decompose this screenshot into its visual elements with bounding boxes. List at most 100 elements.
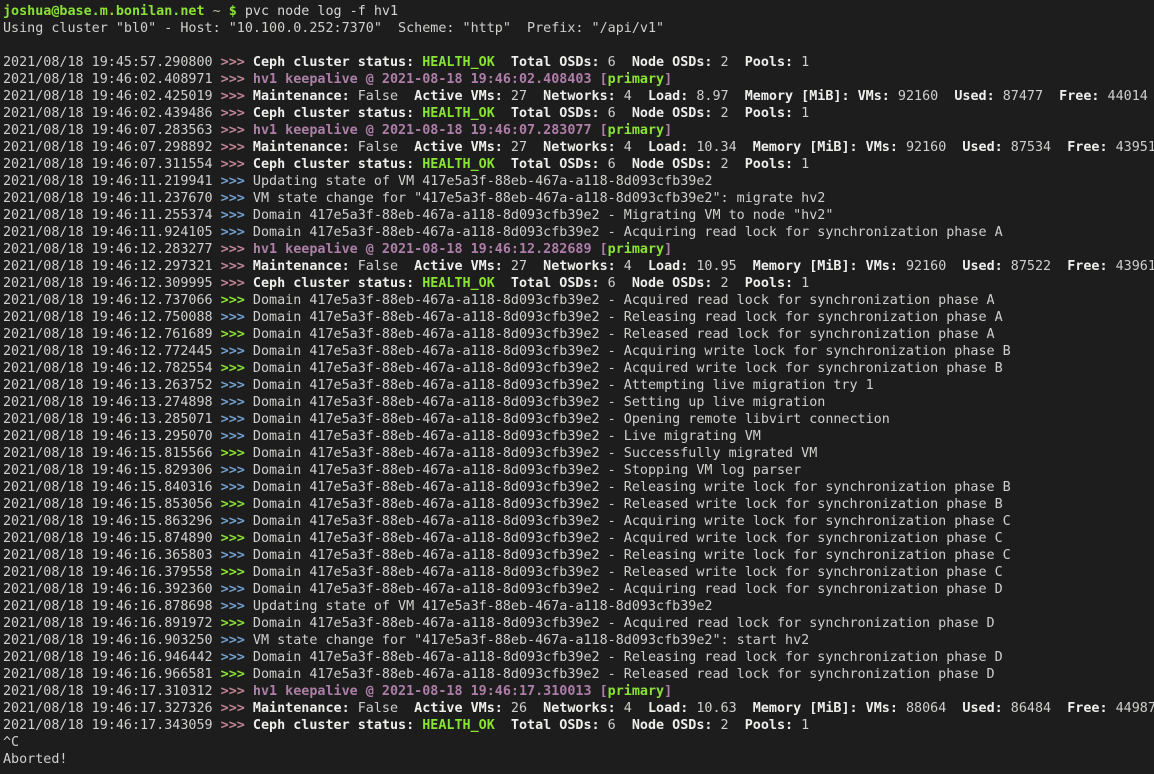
interrupt-line: ^C [3,734,1154,751]
log-line: 2021/08/18 19:46:15.874890 >>> Domain 41… [3,530,1154,547]
log-segment: Ceph cluster status: [253,718,422,733]
log-timestamp: 2021/08/18 19:46:12.782554 [3,361,221,376]
log-level-marker: >>> [221,310,253,325]
log-segment: Maintenance: [253,701,358,716]
log-level-marker: >>> [221,225,253,240]
log-timestamp: 2021/08/18 19:46:15.853056 [3,497,221,512]
log-line: 2021/08/18 19:46:17.310312 >>> hv1 keepa… [3,683,1154,700]
log-segment: 2 [721,276,729,291]
log-segment: Networks: [527,140,624,155]
log-line: 2021/08/18 19:45:57.290800 >>> Ceph clus… [3,54,1154,71]
log-segment: 27 [511,89,527,104]
log-segment: VMs: [858,89,898,104]
log-segment: Node OSDs: [616,55,721,70]
cluster-info-line: Using cluster "bl0" - Host: "10.100.0.25… [3,20,1154,37]
log-line: 2021/08/18 19:46:07.298892 >>> Maintenan… [3,139,1154,156]
log-segment: Total OSDs: [495,718,608,733]
log-line: 2021/08/18 19:46:16.966581 >>> Domain 41… [3,666,1154,683]
log-segment: Maintenance: [253,259,358,274]
log-lines: 2021/08/18 19:45:57.290800 >>> Ceph clus… [3,54,1154,734]
log-segment: 4 [624,89,632,104]
log-segment: Networks: [527,701,624,716]
log-segment: Total OSDs: [495,55,608,70]
log-line: 2021/08/18 19:46:12.782554 >>> Domain 41… [3,360,1154,377]
log-segment: False [358,701,398,716]
log-line: 2021/08/18 19:46:15.863296 >>> Domain 41… [3,513,1154,530]
log-line: 2021/08/18 19:46:16.946442 >>> Domain 41… [3,649,1154,666]
log-segment: Active VMs: [398,89,511,104]
log-segment: Updating state of VM 417e5a3f-88eb-467a-… [253,599,713,614]
log-line: 2021/08/18 19:46:15.815566 >>> Domain 41… [3,445,1154,462]
prompt-symbol: $ [229,4,237,19]
log-level-marker: >>> [221,497,253,512]
log-segment: 10.95 [696,259,736,274]
log-line: 2021/08/18 19:46:11.255374 >>> Domain 41… [3,207,1154,224]
log-segment: 43951 [1116,140,1154,155]
log-segment: ] [664,123,672,138]
log-segment: Active VMs: [398,259,511,274]
log-segment: Pools: [729,718,802,733]
log-segment: 1 [801,106,809,121]
log-segment: primary [608,123,664,138]
log-level-marker: >>> [221,344,253,359]
log-line: 2021/08/18 19:46:13.263752 >>> Domain 41… [3,377,1154,394]
log-timestamp: 2021/08/18 19:46:11.219941 [3,174,221,189]
log-segment: Domain 417e5a3f-88eb-467a-a118-8d093cfb3… [253,616,995,631]
log-timestamp: 2021/08/18 19:46:16.878698 [3,599,221,614]
log-level-marker: >>> [221,514,253,529]
log-line: 2021/08/18 19:46:11.219941 >>> Updating … [3,173,1154,190]
log-timestamp: 2021/08/18 19:46:12.761689 [3,327,221,342]
log-timestamp: 2021/08/18 19:46:13.295070 [3,429,221,444]
log-segment: HEALTH_OK [422,106,495,121]
log-segment: Active VMs: [398,140,511,155]
log-line: 2021/08/18 19:46:12.309995 >>> Ceph clus… [3,275,1154,292]
log-segment: 27 [511,140,527,155]
log-segment: 1 [801,276,809,291]
log-level-marker: >>> [221,259,253,274]
log-timestamp: 2021/08/18 19:46:13.285071 [3,412,221,427]
log-level-marker: >>> [221,667,253,682]
log-segment: Networks: [527,259,624,274]
log-timestamp: 2021/08/18 19:46:11.255374 [3,208,221,223]
log-segment: VM state change for "417e5a3f-88eb-467a-… [253,633,809,648]
log-segment: Free: [1051,701,1116,716]
log-timestamp: 2021/08/18 19:46:16.903250 [3,633,221,648]
log-line: 2021/08/18 19:46:12.737066 >>> Domain 41… [3,292,1154,309]
log-segment: VM state change for "417e5a3f-88eb-467a-… [253,191,825,206]
log-timestamp: 2021/08/18 19:46:12.772445 [3,344,221,359]
log-segment: Pools: [729,106,802,121]
log-timestamp: 2021/08/18 19:46:17.310312 [3,684,221,699]
terminal-window[interactable]: joshua@base.m.bonilan.net ~ $ pvc node l… [0,0,1154,774]
log-line: 2021/08/18 19:46:17.327326 >>> Maintenan… [3,700,1154,717]
log-segment: Domain 417e5a3f-88eb-467a-a118-8d093cfb3… [253,429,761,444]
log-level-marker: >>> [221,650,253,665]
log-level-marker: >>> [221,208,253,223]
log-segment: Domain 417e5a3f-88eb-467a-a118-8d093cfb3… [253,565,1003,580]
log-segment: 1 [801,157,809,172]
log-segment: 44987 [1116,701,1154,716]
log-segment: Domain 417e5a3f-88eb-467a-a118-8d093cfb3… [253,446,817,461]
log-level-marker: >>> [221,463,253,478]
log-level-marker: >>> [221,684,253,699]
log-segment: Memory [MiB]: [737,259,866,274]
log-level-marker: >>> [221,191,253,206]
log-segment: 1 [801,718,809,733]
log-segment: 87534 [1011,140,1051,155]
log-segment: Domain 417e5a3f-88eb-467a-a118-8d093cfb3… [253,208,833,223]
log-segment: 26 [511,701,527,716]
log-segment: 43961 [1116,259,1154,274]
prompt-cwd: ~ [213,4,221,19]
log-segment: 4 [624,140,632,155]
log-segment: 88064 [906,701,946,716]
log-line: 2021/08/18 19:46:11.924105 >>> Domain 41… [3,224,1154,241]
log-segment: Domain 417e5a3f-88eb-467a-a118-8d093cfb3… [253,514,1011,529]
log-segment: Load: [632,140,697,155]
log-line: 2021/08/18 19:46:15.840316 >>> Domain 41… [3,479,1154,496]
log-level-marker: >>> [221,72,253,87]
log-level-marker: >>> [221,89,253,104]
log-segment: 4 [624,259,632,274]
log-level-marker: >>> [221,140,253,155]
log-segment: Domain 417e5a3f-88eb-467a-a118-8d093cfb3… [253,378,874,393]
log-segment: 2 [721,157,729,172]
log-segment: ] [664,242,672,257]
